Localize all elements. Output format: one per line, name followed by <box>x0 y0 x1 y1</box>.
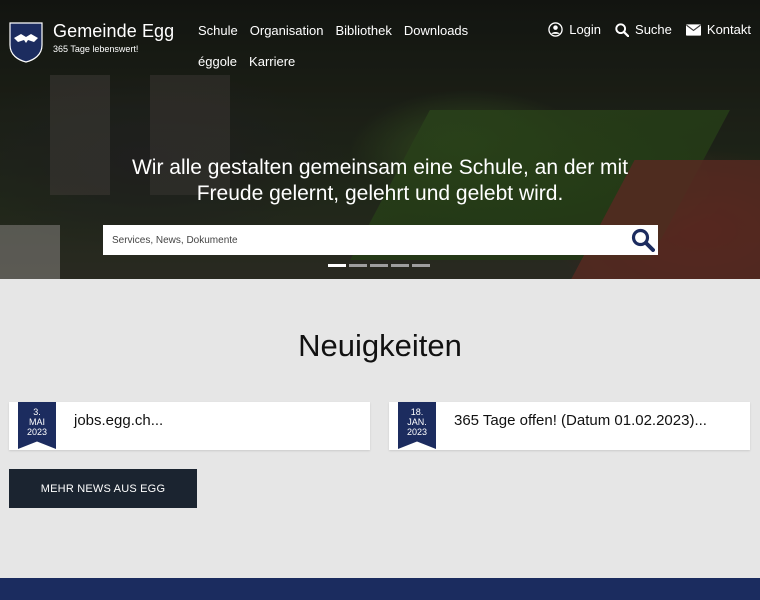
more-news-button[interactable]: MEHR NEWS AUS EGG <box>9 469 197 508</box>
date-day: 3. <box>33 407 41 417</box>
news-card[interactable]: 18. JAN. 2023 365 Tage offen! (Datum 01.… <box>389 402 750 450</box>
search-submit-button[interactable] <box>628 225 658 255</box>
user-circle-icon <box>548 22 563 37</box>
search-icon <box>631 228 655 252</box>
contact-label: Kontakt <box>706 22 751 37</box>
date-badge: 3. MAI 2023 <box>18 402 56 449</box>
nav-item-karriere[interactable]: Karriere <box>249 53 295 71</box>
footer-band <box>0 578 760 600</box>
nav-item-eggole[interactable]: éggole <box>198 53 237 71</box>
date-day: 18. <box>410 407 424 417</box>
utility-navigation: Login Suche Kontakt <box>534 22 751 37</box>
search-label: Suche <box>635 22 672 37</box>
date-month: JAN. <box>407 417 427 427</box>
slide-indicator[interactable] <box>412 264 430 267</box>
login-link[interactable]: Login <box>548 22 601 37</box>
date-month: MAI <box>28 417 45 427</box>
search-icon <box>615 22 630 37</box>
contact-link[interactable]: Kontakt <box>685 22 751 37</box>
hero-search-bar <box>103 225 658 255</box>
date-year: 2023 <box>26 427 48 437</box>
slide-indicator[interactable] <box>328 264 346 267</box>
news-heading: Neuigkeiten <box>298 328 462 363</box>
slide-indicator[interactable] <box>370 264 388 267</box>
slider-indicators <box>328 264 433 267</box>
news-card-title[interactable]: 365 Tage offen! (Datum 01.02.2023)... <box>454 412 707 429</box>
news-card-title[interactable]: jobs.egg.ch... <box>74 412 163 429</box>
hero-tagline-line1: Wir alle gestalten gemeinsam eine Schule… <box>131 156 629 179</box>
slide-indicator[interactable] <box>349 264 367 267</box>
site-logo[interactable]: Gemeinde Egg 365 Tage lebenswert! <box>8 21 174 63</box>
news-card[interactable]: 3. MAI 2023 jobs.egg.ch... <box>9 402 370 450</box>
logo-subtitle: 365 Tage lebenswert! <box>53 44 139 54</box>
date-year: 2023 <box>406 427 428 437</box>
main-navigation: Schule Organisation Bibliothek Downloads égg… <box>198 22 528 84</box>
search-input[interactable] <box>103 226 628 254</box>
nav-item-organisation[interactable]: Organisation <box>250 22 324 40</box>
nav-item-schule[interactable]: Schule <box>198 22 238 40</box>
nav-item-downloads[interactable]: Downloads <box>404 22 468 40</box>
date-badge: 18. JAN. 2023 <box>398 402 436 449</box>
login-label: Login <box>569 22 602 37</box>
hero-tagline-line2: Freude gelernt, gelehrt und gelebt wird. <box>196 182 564 205</box>
hero-banner: Gemeinde Egg 365 Tage lebenswert! Schule… <box>0 0 760 279</box>
slide-indicator[interactable] <box>391 264 409 267</box>
coat-of-arms-icon <box>9 22 43 63</box>
search-link[interactable]: Suche <box>615 22 672 37</box>
nav-item-bibliothek[interactable]: Bibliothek <box>335 22 391 40</box>
hero-tagline: Wir alle gestalten gemeinsam eine Schule… <box>0 155 760 207</box>
envelope-icon <box>685 23 701 36</box>
logo-title: Gemeinde Egg <box>53 21 175 41</box>
